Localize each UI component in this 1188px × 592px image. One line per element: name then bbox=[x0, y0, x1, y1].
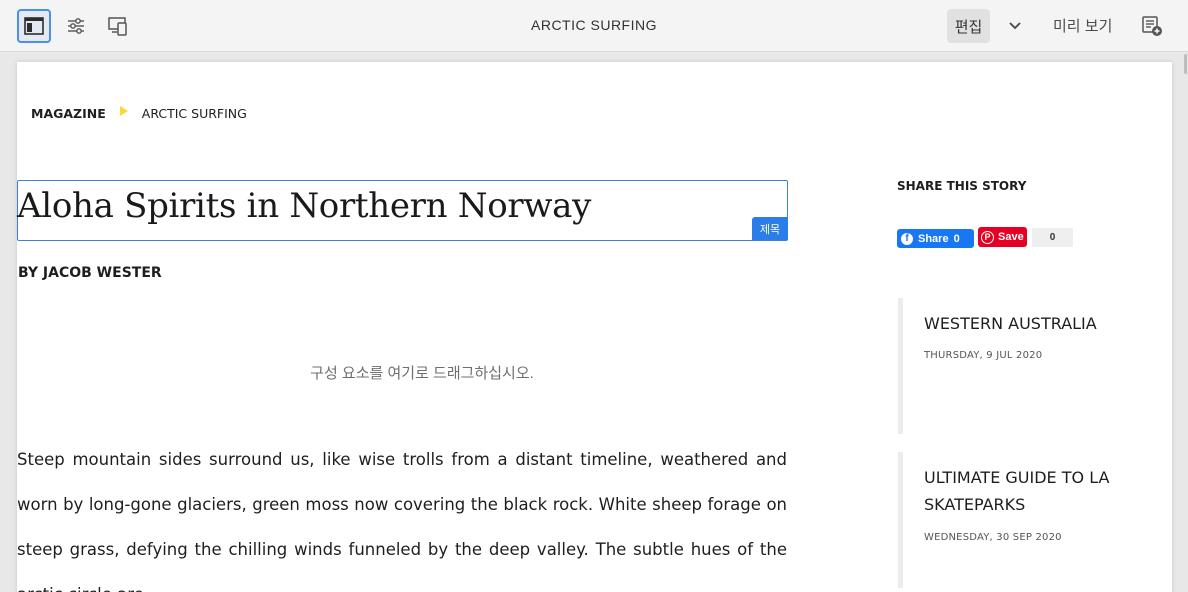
editor-toolbar: ARCTIC SURFING 편집 미리 보기 bbox=[0, 0, 1188, 52]
pinterest-save-label: Save bbox=[998, 231, 1024, 243]
facebook-icon: f bbox=[901, 232, 913, 245]
related-article-date: WEDNESDAY, 30 SEP 2020 bbox=[924, 532, 1062, 543]
breadcrumb: MAGAZINE ARCTIC SURFING bbox=[31, 104, 247, 122]
pinterest-count: 0 bbox=[1032, 228, 1073, 247]
breadcrumb-item-current: ARCTIC SURFING bbox=[141, 105, 247, 121]
related-article-date: THURSDAY, 9 JUL 2020 bbox=[924, 350, 1043, 361]
scrollbar-track[interactable] bbox=[1182, 52, 1188, 592]
preview-button[interactable]: 미리 보기 bbox=[1053, 15, 1112, 36]
pinterest-icon: P bbox=[981, 230, 994, 244]
annotations-button[interactable] bbox=[1140, 14, 1164, 38]
related-article-card[interactable]: WESTERN AUSTRALIA THURSDAY, 9 JUL 2020 bbox=[898, 298, 1158, 434]
add-annotation-icon bbox=[1142, 16, 1162, 36]
chevron-down-icon bbox=[1009, 22, 1021, 30]
edit-mode-button[interactable]: 편집 bbox=[947, 9, 990, 43]
article-body[interactable]: Steep mountain sides surround us, like w… bbox=[17, 437, 787, 592]
page-canvas: MAGAZINE ARCTIC SURFING Aloha Spirits in… bbox=[17, 62, 1172, 592]
mode-dropdown-button[interactable] bbox=[1004, 14, 1026, 38]
related-article-title[interactable]: WESTERN AUSTRALIA bbox=[924, 310, 1124, 337]
scrollbar-thumb[interactable] bbox=[1184, 54, 1187, 74]
breadcrumb-item-magazine[interactable]: MAGAZINE bbox=[31, 106, 106, 121]
component-dropzone[interactable]: 구성 요소를 여기로 드래그하십시오. bbox=[17, 342, 827, 402]
share-heading: SHARE THIS STORY bbox=[897, 179, 1027, 193]
article-title[interactable]: Aloha Spirits in Northern Norway bbox=[17, 186, 591, 226]
related-article-card[interactable]: ULTIMATE GUIDE TO LA SKATEPARKS WEDNESDA… bbox=[898, 452, 1158, 588]
facebook-share-button[interactable]: f Share 0 bbox=[897, 229, 974, 248]
facebook-share-label: Share bbox=[918, 232, 949, 245]
pinterest-save-button[interactable]: P Save bbox=[978, 227, 1027, 247]
related-article-title[interactable]: ULTIMATE GUIDE TO LA SKATEPARKS bbox=[924, 464, 1124, 518]
breadcrumb-arrow-icon bbox=[119, 106, 128, 116]
title-component-tag: 제목 bbox=[752, 217, 788, 240]
article-byline[interactable]: BY JACOB WESTER bbox=[18, 265, 162, 281]
facebook-share-count: 0 bbox=[953, 232, 960, 245]
